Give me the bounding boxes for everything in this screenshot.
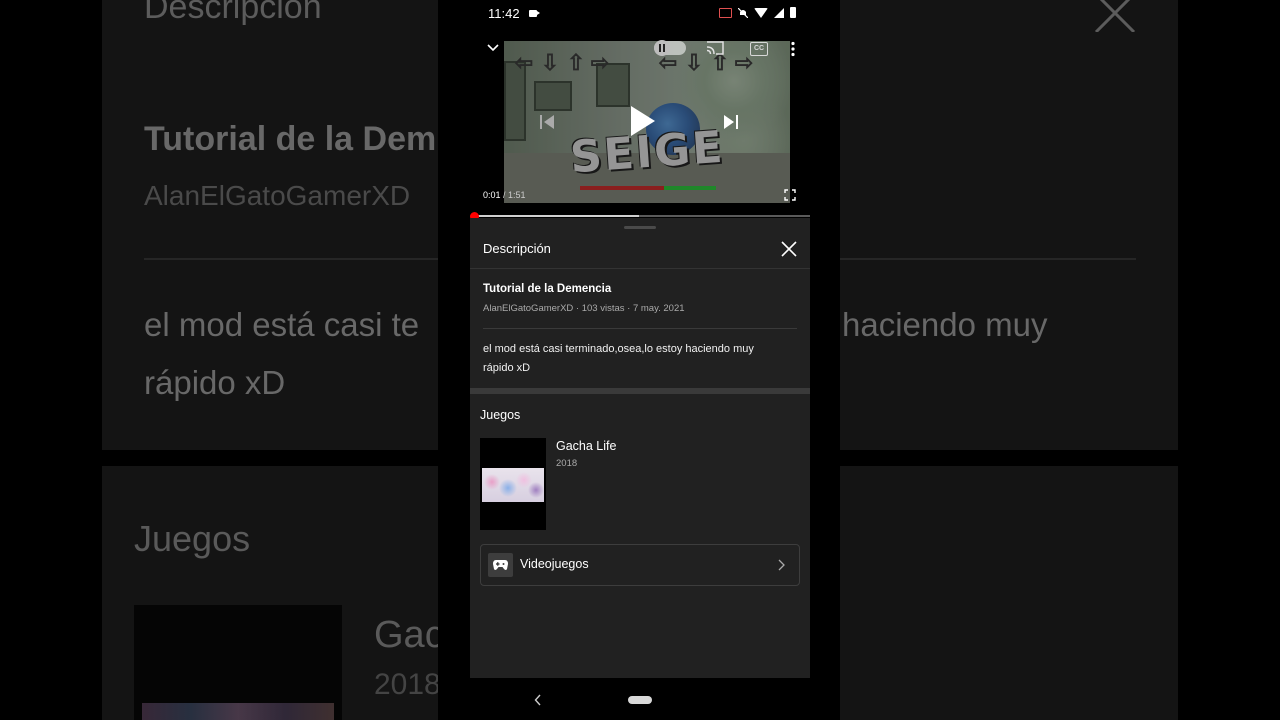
background-video-title: Tutorial de la Dem xyxy=(144,120,437,158)
battery-icon xyxy=(790,7,796,18)
games-section-title: Juegos xyxy=(480,408,521,422)
background-channel: AlanElGatoGamerXD xyxy=(144,180,411,211)
video-title: Tutorial de la Demencia xyxy=(483,283,612,295)
background-description-left: el mod está casi te xyxy=(144,306,420,343)
current-time: 0:01 xyxy=(483,190,501,200)
cast-icon[interactable] xyxy=(706,41,724,55)
system-icons xyxy=(719,7,796,18)
autoplay-pause-toggle[interactable] xyxy=(654,40,686,56)
chevron-right-icon xyxy=(778,559,785,571)
game-name[interactable]: Gacha Life xyxy=(556,439,616,453)
background-description-line2: rápido xD xyxy=(144,364,286,401)
description-sheet: Descripción Tutorial de la Demencia Alan… xyxy=(470,218,810,678)
sheet-title: Descripción xyxy=(483,241,551,256)
time-separator: / xyxy=(500,190,509,200)
background-game-year: 2018 xyxy=(374,668,441,701)
background-game-name: Gac xyxy=(374,614,444,656)
next-icon[interactable] xyxy=(722,112,740,132)
section-separator xyxy=(470,388,810,394)
more-vert-icon[interactable] xyxy=(790,41,796,57)
description-line-2: rápido xD xyxy=(483,362,531,374)
game-thumbnail-image xyxy=(482,468,544,502)
sheet-drag-handle[interactable] xyxy=(624,226,656,229)
status-bar: 11:42 xyxy=(438,0,840,28)
mute-icon xyxy=(738,7,748,18)
close-icon[interactable] xyxy=(780,240,798,258)
fullscreen-icon[interactable] xyxy=(784,189,796,201)
progress-buffered xyxy=(474,215,639,217)
signal-icon xyxy=(774,7,784,18)
background-games-title: Juegos xyxy=(134,518,251,559)
player-timecode: 0:01 / 1:51 xyxy=(483,190,526,200)
background-close-icon xyxy=(1094,0,1136,32)
cast-status-icon xyxy=(719,7,732,18)
category-label: Videojuegos xyxy=(520,557,589,571)
nav-home-pill[interactable] xyxy=(628,696,652,704)
phone-screen: 11:42 ⇦ ⇩ ⇧ ⇨ ⇦ ⇩ ⇧ ⇨ SEIGE CC 0:01 / 1:… xyxy=(438,0,840,720)
screen-record-icon xyxy=(529,10,540,17)
videojuegos-category-button[interactable]: Videojuegos xyxy=(480,544,800,586)
cc-icon[interactable]: CC xyxy=(750,42,768,56)
navigation-bar xyxy=(438,678,840,720)
nav-back-icon[interactable] xyxy=(534,694,542,706)
play-icon[interactable] xyxy=(627,104,657,138)
background-description-right: haciendo muy xyxy=(842,306,1048,343)
meta-divider xyxy=(483,328,797,329)
header-divider xyxy=(470,268,810,269)
background-title: Descripción xyxy=(144,0,322,26)
category-icon-box xyxy=(488,553,513,577)
gamepad-icon xyxy=(493,560,508,570)
background-game-thumbnail-image xyxy=(142,703,334,720)
sheet-header: Descripción xyxy=(470,230,810,268)
status-time: 11:42 xyxy=(488,6,520,21)
game-thumbnail[interactable] xyxy=(480,438,546,530)
game-year: 2018 xyxy=(556,458,578,469)
video-meta: AlanElGatoGamerXD · 103 vistas · 7 may. … xyxy=(483,303,685,314)
collapse-chevron-icon[interactable] xyxy=(486,42,500,54)
duration: 1:51 xyxy=(508,190,526,200)
description-text: el mod está casi terminado,osea,lo estoy… xyxy=(483,340,783,378)
description-line-1: el mod está casi terminado,osea,lo estoy… xyxy=(483,343,754,355)
wifi-icon xyxy=(754,7,768,18)
previous-icon[interactable] xyxy=(538,112,556,132)
